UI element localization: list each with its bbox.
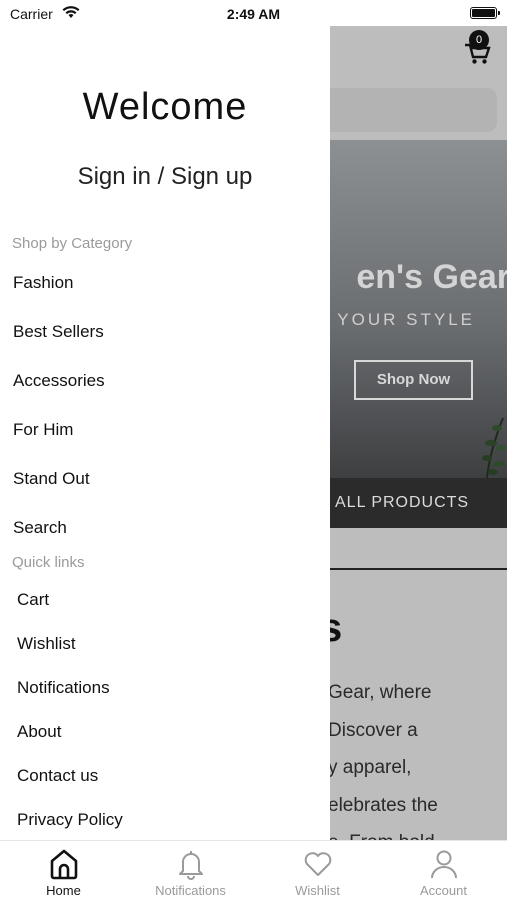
shop-by-category-label: Shop by Category: [12, 235, 133, 252]
search-bar[interactable]: [330, 88, 497, 132]
sign-in-link[interactable]: Sign in / Sign up: [0, 163, 330, 191]
quick-link-wishlist[interactable]: Wishlist: [17, 634, 76, 654]
side-drawer: Welcome Sign in / Sign up Shop by Catego…: [0, 26, 330, 840]
hero-title: en's Gear: [356, 258, 507, 296]
menu-item-best-sellers[interactable]: Best Sellers: [13, 322, 104, 342]
bell-icon: [178, 851, 203, 880]
about-line: y apparel,: [330, 757, 412, 778]
hero-banner[interactable]: en's Gear YOUR STYLE Shop Now: [330, 140, 507, 478]
tab-label: Account: [420, 883, 467, 898]
all-products-tab[interactable]: ALL PRODUCTS: [330, 478, 507, 528]
status-time: 2:49 AM: [226, 6, 281, 22]
menu-item-stand-out[interactable]: Stand Out: [13, 469, 90, 489]
cart-count-badge: 0: [469, 30, 489, 50]
about-paragraph: Gear, where Discover a y apparel, elebra…: [330, 674, 507, 840]
battery-icon: [470, 7, 500, 19]
section-divider: [330, 568, 507, 570]
heart-icon: [304, 852, 331, 876]
menu-item-search[interactable]: Search: [13, 518, 67, 538]
bottom-tab-bar: Home Notifications Wishlist Account: [0, 840, 507, 900]
status-bar: Carrier 2:49 AM: [0, 0, 507, 26]
tab-account[interactable]: Account: [380, 841, 507, 900]
about-heading: s: [330, 606, 343, 650]
menu-item-for-him[interactable]: For Him: [13, 420, 73, 440]
quick-links-label: Quick links: [12, 554, 85, 571]
drawer-welcome-title: Welcome: [82, 86, 248, 128]
quick-link-contact-us[interactable]: Contact us: [17, 766, 98, 786]
plant-decoration: [482, 417, 506, 478]
shop-now-button[interactable]: Shop Now: [354, 360, 473, 400]
quick-link-notifications[interactable]: Notifications: [17, 678, 110, 698]
home-icon: [50, 849, 77, 880]
about-line: elebrates the: [330, 794, 438, 816]
about-line: e. From bold: [330, 824, 507, 840]
background-home-screen[interactable]: 0 en's Gear YOUR STYLE Shop Now ALL PROD…: [330, 26, 507, 840]
about-line: Discover a: [330, 719, 418, 741]
tab-label: Home: [46, 883, 81, 898]
tab-notifications[interactable]: Notifications: [127, 841, 254, 900]
person-icon: [430, 850, 457, 879]
tab-wishlist[interactable]: Wishlist: [254, 841, 381, 900]
quick-link-about[interactable]: About: [17, 722, 61, 742]
quick-link-cart[interactable]: Cart: [17, 590, 49, 610]
menu-item-accessories[interactable]: Accessories: [13, 371, 105, 391]
tab-label: Notifications: [155, 883, 226, 898]
hero-subtitle: YOUR STYLE: [337, 310, 475, 329]
tab-label: Wishlist: [295, 883, 340, 898]
about-line: Gear, where: [330, 682, 432, 703]
quick-link-privacy-policy[interactable]: Privacy Policy: [17, 810, 123, 830]
tab-home[interactable]: Home: [0, 841, 127, 900]
menu-item-fashion[interactable]: Fashion: [13, 273, 73, 293]
